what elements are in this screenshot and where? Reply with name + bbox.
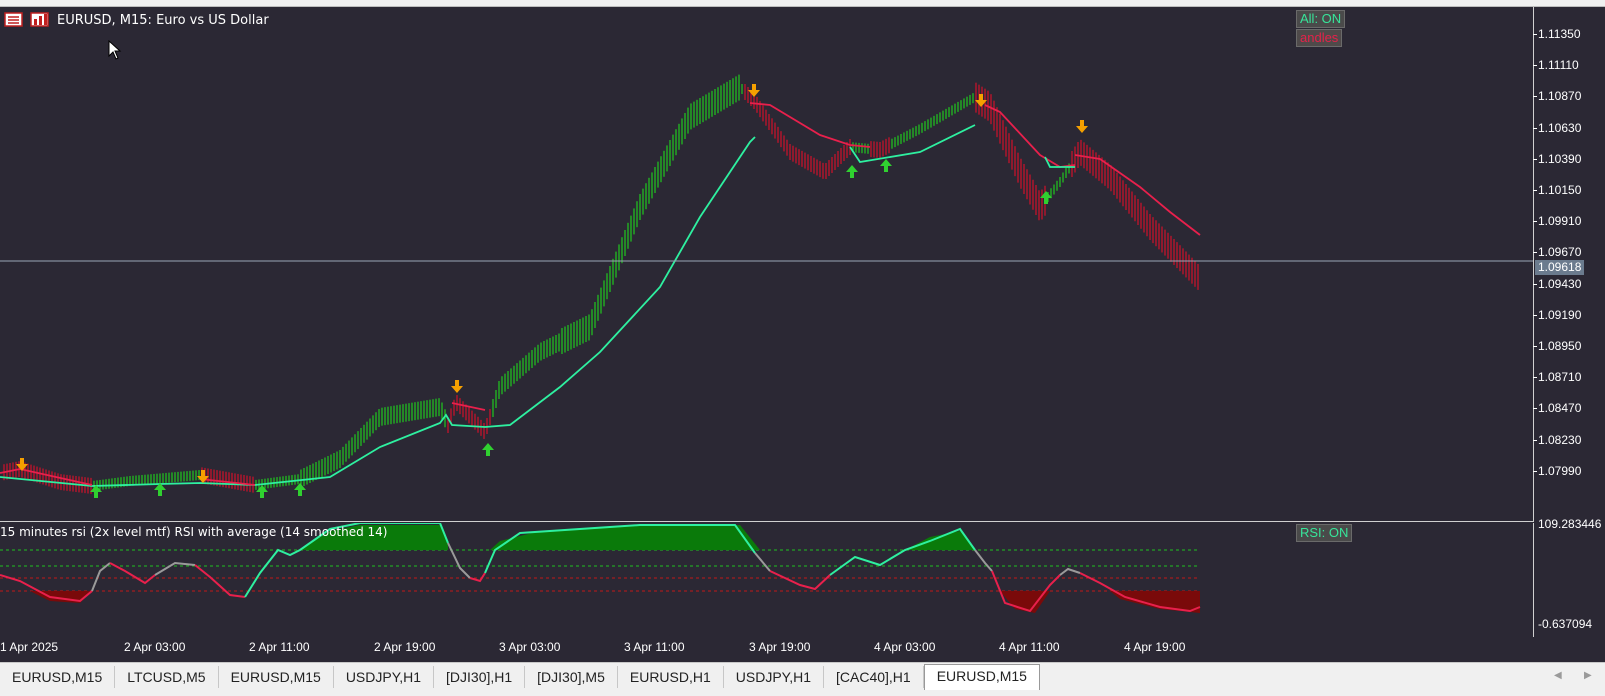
rsi-line [769,570,831,591]
overbought-fill [490,525,760,550]
price-scale-tick [1533,190,1537,191]
sell-arrow-icon [748,84,760,97]
mouse-pointer-icon [108,40,122,60]
price-scale-tick [1533,408,1537,410]
signal-line-up [0,136,756,487]
time-axis-label: 4 Apr 19:00 [1124,640,1186,654]
price-scale-tick [1533,127,1537,129]
price-scale-tick [1533,439,1537,441]
price-scale-tick [1533,252,1537,254]
time-axis-label: 4 Apr 11:00 [999,640,1060,654]
price-scale-label: 1.09910 [1538,214,1582,229]
tab-chart[interactable]: USDJPY,H1 [724,666,824,688]
price-scale-label: 1.08950 [1538,339,1582,353]
rsi-scale-top: 109.283446 [1538,517,1602,531]
price-scale-label: 1.09670 [1538,245,1582,260]
trading-terminal: EURUSD, M15: Euro vs US Dollar All: ON a… [0,0,1605,696]
buy-arrow-icon [482,443,494,456]
price-chart-canvas [0,74,1533,498]
price-scale-tick [1533,314,1537,316]
rsi-line [91,562,111,592]
tab-scroll-right-icon[interactable]: ▶ [1584,670,1592,681]
tab-chart[interactable]: EURUSD,H1 [618,666,724,688]
price-scale-tick [1533,34,1537,35]
current-price-label: 1.09618 [1535,260,1585,275]
all-toggle-button[interactable]: All: ON [1296,10,1346,28]
candles-toggle-button[interactable]: andles [1296,29,1343,47]
time-axis-label: 3 Apr 19:00 [749,640,811,654]
tab-chart[interactable]: [CAC40],H1 [824,666,924,688]
tab-chart[interactable]: EURUSD,M15 [923,664,1040,690]
price-scale-tick [1533,346,1537,347]
price-scale-label: 1.08470 [1538,401,1582,416]
time-axis-label: 2 Apr 11:00 [249,640,310,654]
sell-arrow-icon [451,380,463,393]
rsi-line [974,549,993,572]
rsi-line [1059,567,1081,576]
tab-chart[interactable]: [DJI30],H1 [434,666,526,688]
tab-chart[interactable]: EURUSD,M15 [219,666,334,688]
rsi-line [154,561,196,576]
price-scale-label: 1.08230 [1538,432,1582,447]
time-axis-label: 2 Apr 19:00 [374,640,436,654]
time-axis-label: 1 Apr 2025 [0,640,59,654]
price-scale-label: 1.10870 [1538,89,1582,104]
price-scale-tick [1533,65,1537,67]
price-scale-label: 1.11350 [1538,27,1581,41]
chart-title: EURUSD, M15: Euro vs US Dollar [57,13,269,28]
window-top-border [0,0,1605,7]
rsi-line [469,572,486,583]
time-axis-label: 3 Apr 11:00 [624,640,685,654]
rsi-line [194,564,246,598]
chart-tab-bar: EURUSD,M15 LTCUSD,M5 EURUSD,M15 USDJPY,H1 [D… [0,662,1605,696]
indicator-title: 15 minutes rsi (2x level mtf) RSI with a… [0,525,388,539]
buy-arrow-icon [880,159,892,172]
buy-arrow-icon [846,165,858,178]
oversold-fill [30,591,92,603]
signal-line-down [984,104,1076,168]
price-scale-label: 1.08710 [1538,370,1582,385]
chart-window-icons [4,12,49,27]
time-axis-label: 4 Apr 03:00 [874,640,936,654]
price-scale-tick [1533,283,1537,285]
tab-chart[interactable]: USDJPY,H1 [334,666,435,688]
time-axis-label: 2 Apr 03:00 [124,640,186,654]
signal-line-down [749,102,871,148]
buy-arrow-icon [256,485,268,498]
price-scale-label: 1.10390 [1538,151,1582,166]
rsi-line [754,552,771,572]
price-scale-label: 1.10150 [1538,183,1582,197]
tab-chart[interactable]: LTCUSD,M5 [115,666,219,688]
chart-tabs: EURUSD,M15 LTCUSD,M5 EURUSD,M15 USDJPY,H1 [D… [0,664,1040,690]
tab-chart[interactable]: EURUSD,M15 [0,666,116,688]
rsi-toggle-button[interactable]: RSI: ON [1296,524,1353,542]
time-axis-label: 3 Apr 03:00 [499,640,561,654]
price-scale-label: 1.11110 [1538,58,1579,73]
price-scale-tick [1533,221,1537,223]
price-scale-label: 1.09430 [1538,276,1582,291]
price-scale-tick [1533,377,1537,379]
price-scale-tick [1533,158,1537,160]
price-scale-tick [1533,96,1537,98]
tab-chart[interactable]: [DJI30],M5 [525,666,618,688]
price-scale-label: 1.09190 [1538,307,1582,322]
tab-scroll-left-icon[interactable]: ◀ [1554,670,1562,681]
price-scale-tick [1533,470,1537,472]
price-scale-label: 1.07990 [1538,463,1582,478]
price-scale-label: 1.10630 [1538,120,1582,135]
sell-arrow-icon [1076,120,1088,133]
rsi-scale-bottom: -0.637094 [1538,617,1593,631]
rsi-line [447,542,471,579]
